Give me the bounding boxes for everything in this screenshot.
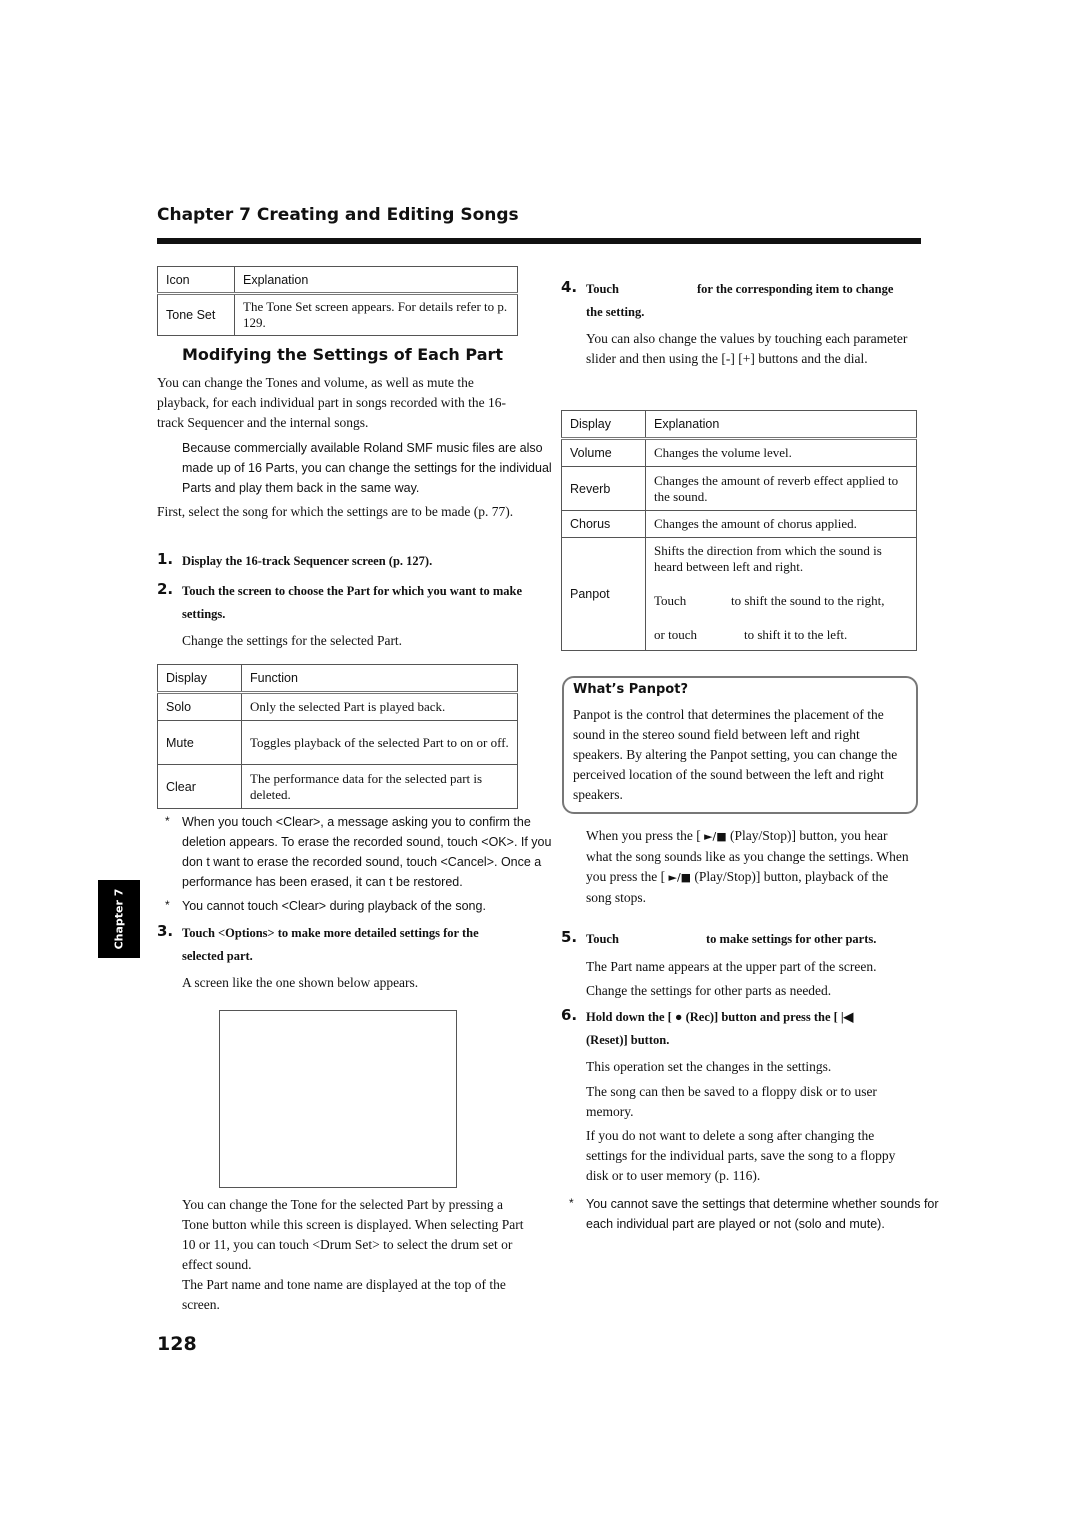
step-5-text-b: to make settings for other parts. <box>706 932 877 946</box>
page-number: 128 <box>157 1333 197 1355</box>
screen-image-placeholder <box>219 1010 457 1188</box>
panpot-left-text: to shift it to the left. <box>744 627 848 642</box>
step-4-text-b: for the corresponding item to change <box>697 282 894 296</box>
step-3-body: A screen like the one shown below appear… <box>182 975 419 990</box>
section-title: Modifying the Settings of Each Part <box>182 345 504 364</box>
table-cell-key: Panpot <box>561 537 646 651</box>
table-header-cell: Function <box>241 664 518 694</box>
table-cell-key: Solo <box>157 692 242 721</box>
step-4-text-a: Touch <box>586 282 619 296</box>
note-bullet: * <box>165 898 170 912</box>
table-cell-key: Volume <box>561 438 646 467</box>
tone-change-paragraph: You can change the Tone for the selected… <box>182 1197 524 1272</box>
table-cell-key: Chorus <box>561 510 646 538</box>
table-header-row: Display Function <box>157 664 518 694</box>
smf-note: Because commercially available Roland SM… <box>182 441 552 495</box>
table-row: Volume Changes the volume level. <box>561 438 917 467</box>
panpot-or-touch-label: or touch <box>654 627 697 642</box>
table-header-cell: Icon <box>157 266 235 295</box>
chapter-side-tab: Chapter 7 <box>98 880 140 958</box>
panpot-description: Shifts the direction from which the soun… <box>654 543 882 574</box>
table-cell-key: Reverb <box>561 466 646 511</box>
table-header-row: Icon Explanation <box>157 266 518 295</box>
play-stop-text-a: When you press the [ <box>586 828 701 843</box>
note-solo-mute: You cannot save the settings that determ… <box>586 1197 939 1231</box>
table-cell-value: Toggles playback of the selected Part to… <box>241 720 518 765</box>
table-header-cell: Display <box>157 664 242 694</box>
table-cell-key: Clear <box>157 764 242 809</box>
parameter-table: Display Explanation Volume Changes the v… <box>561 410 917 651</box>
play-stop-icon: ►/■ <box>668 871 692 884</box>
table-cell-value: Changes the volume level. <box>645 438 917 467</box>
table-row: Mute Toggles playback of the selected Pa… <box>157 720 518 765</box>
play-stop-icon: ►/■ <box>704 830 727 843</box>
note-bullet: * <box>165 814 170 828</box>
table-header-cell: Explanation <box>234 266 518 295</box>
step-6-body-2: The song can then be saved to a floppy d… <box>586 1084 877 1119</box>
step-6-text-b: (Rec)] button and press the [ <box>685 1010 838 1024</box>
step-number: 1. <box>157 550 174 568</box>
chapter-title: Chapter 7 Creating and Editing Songs <box>157 205 519 225</box>
step-5-body-1: The Part name appears at the upper part … <box>586 959 877 974</box>
panpot-touch-label: Touch <box>654 593 687 608</box>
table-header-row: Display Explanation <box>561 410 917 440</box>
step-5-body-2: Change the settings for other parts as n… <box>586 983 832 998</box>
panpot-left-line: or touch to shift it to the left. <box>654 627 908 643</box>
table-row: Solo Only the selected Part is played ba… <box>157 692 518 721</box>
note-clear-confirm: When you touch <Clear>, a message asking… <box>182 815 552 889</box>
table-cell-key: Mute <box>157 720 242 765</box>
reset-icon: |◀ <box>840 1010 854 1024</box>
step-3-text: Touch <Options> to make more detailed se… <box>182 926 479 963</box>
play-stop-paragraph: When you press the [ ►/■ (Play/Stop)] bu… <box>586 826 916 908</box>
table-cell-value: The performance data for the selected pa… <box>241 764 518 809</box>
table-cell-value: Shifts the direction from which the soun… <box>645 537 917 651</box>
callout-body: Panpot is the control that determines th… <box>573 707 898 802</box>
table-cell-value: The Tone Set screen appears. For details… <box>234 293 518 336</box>
step-4-text-c: the setting. <box>586 305 645 319</box>
table-cell-key: Tone Set <box>157 293 235 336</box>
table-row: Reverb Changes the amount of reverb effe… <box>561 466 917 511</box>
header-rule <box>157 238 921 244</box>
step-1-text: Display the 16-track Sequencer screen (p… <box>182 554 433 568</box>
note-clear-playback: You cannot touch <Clear> during playback… <box>182 899 486 913</box>
chapter-side-tab-label: Chapter 7 <box>112 888 126 950</box>
step-number: 2. <box>157 580 174 598</box>
callout-title: What’s Panpot? <box>573 682 688 697</box>
table-row: Chorus Changes the amount of chorus appl… <box>561 510 917 538</box>
table-header-cell: Explanation <box>645 410 917 440</box>
icon-table: Icon Explanation Tone Set The Tone Set s… <box>157 266 518 336</box>
step-number: 4. <box>561 278 578 296</box>
panpot-right-text: to shift the sound to the right, <box>731 593 885 608</box>
step-6-text-a: Hold down the [ <box>586 1010 672 1024</box>
first-paragraph: First, select the song for which the set… <box>157 504 514 519</box>
step-6-body-3: If you do not want to delete a song afte… <box>586 1128 896 1183</box>
step-number: 6. <box>561 1006 578 1024</box>
table-row: Clear The performance data for the selec… <box>157 764 518 809</box>
rec-icon: ● <box>674 1010 683 1024</box>
intro-paragraph: You can change the Tones and volume, as … <box>157 375 507 430</box>
panpot-right-line: Touch to shift the sound to the right, <box>654 593 908 609</box>
step-2-body: Change the settings for the selected Par… <box>182 633 403 648</box>
step-2-text: Touch the screen to choose the Part for … <box>182 584 523 621</box>
step-number: 5. <box>561 928 578 946</box>
part-name-paragraph: The Part name and tone name are displaye… <box>182 1277 506 1312</box>
table-cell-value: Changes the amount of reverb effect appl… <box>645 466 917 511</box>
note-bullet: * <box>569 1196 574 1210</box>
step-6-body-1: This operation set the changes in the se… <box>586 1059 832 1074</box>
step-4-body: You can also change the values by touchi… <box>586 331 908 366</box>
table-cell-value: Only the selected Part is played back. <box>241 692 518 721</box>
step-5-text-a: Touch <box>586 932 619 946</box>
table-row: Panpot Shifts the direction from which t… <box>561 537 917 651</box>
step-6-text-c: (Reset)] button. <box>586 1033 670 1047</box>
table-row: Tone Set The Tone Set screen appears. Fo… <box>157 293 518 336</box>
table-cell-value: Changes the amount of chorus applied. <box>645 510 917 538</box>
function-table: Display Function Solo Only the selected … <box>157 664 518 809</box>
table-header-cell: Display <box>561 410 646 440</box>
whats-panpot-callout: What’s Panpot? Panpot is the control tha… <box>562 676 918 814</box>
step-number: 3. <box>157 922 174 940</box>
step-6-text: Hold down the [ ● (Rec)] button and pres… <box>586 1006 853 1029</box>
